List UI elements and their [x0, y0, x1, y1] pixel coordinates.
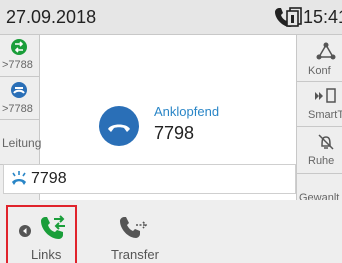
- do-not-disturb-key[interactable]: Ruhe: [297, 127, 342, 174]
- left-key-label: >7788: [2, 59, 33, 71]
- waiting-call-number: 7798: [31, 170, 67, 187]
- left-key-label: Leitung: [2, 136, 42, 150]
- right-key-label: Konf: [308, 65, 331, 77]
- softkey-transfer-label[interactable]: Transfer: [111, 247, 159, 262]
- line-status-icon: [286, 7, 302, 27]
- smart-transfer-key[interactable]: SmartTr: [297, 82, 342, 127]
- hangup-icon[interactable]: [99, 106, 139, 146]
- left-key-call-1[interactable]: >7788: [0, 35, 39, 77]
- clock-display: 15:41: [303, 7, 342, 27]
- date-display: 27.09.2018: [6, 7, 97, 27]
- call-status-label: Anklopfend: [154, 104, 220, 119]
- right-key-label: SmartTr: [308, 109, 342, 121]
- left-key-leitung[interactable]: Leitung: [0, 120, 42, 165]
- conference-icon: [316, 42, 336, 60]
- conference-key[interactable]: Konf: [297, 35, 342, 82]
- do-not-disturb-icon: [318, 134, 334, 150]
- right-keys-panel: Konf SmartTr Ruhe Gewanlt: [296, 35, 342, 207]
- call-number: 7798: [154, 123, 195, 143]
- call-held-icon: [11, 82, 27, 98]
- transfer-icon[interactable]: [119, 216, 149, 240]
- left-key-label: >7788: [2, 103, 33, 115]
- call-switch-icon: [11, 39, 27, 55]
- right-key-label: Ruhe: [308, 155, 335, 167]
- waiting-call-bar[interactable]: 7798: [3, 164, 296, 194]
- status-bar: 27.09.2018 15:41: [0, 0, 342, 35]
- smart-transfer-icon: [315, 88, 336, 103]
- selected-softkey-highlight: [6, 205, 77, 263]
- ringing-icon: [12, 171, 26, 185]
- left-key-call-2[interactable]: >7788: [0, 77, 39, 120]
